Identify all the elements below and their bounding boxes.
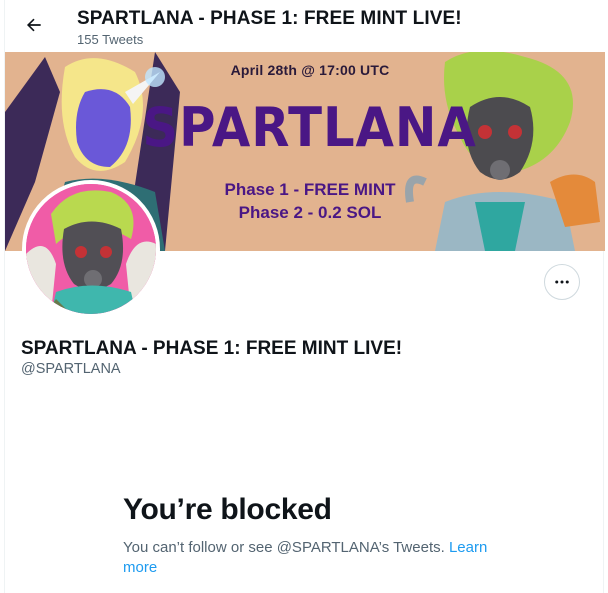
- avatar[interactable]: [22, 180, 160, 318]
- profile-handle: @SPARTLANA: [21, 361, 121, 377]
- banner-brand: SPARTLANA: [142, 96, 477, 159]
- page-title: SPARTLANA - PHASE 1: FREE MINT LIVE!: [77, 8, 462, 29]
- blocked-title: You’re blocked: [123, 493, 332, 526]
- blocked-notice: You’re blocked You can’t follow or see @…: [123, 492, 503, 578]
- top-bar: SPARTLANA - PHASE 1: FREE MINT LIVE! 155…: [5, 0, 605, 52]
- blocked-message-container: You can’t follow or see @SPARTLANA’s Twe…: [123, 538, 503, 578]
- banner-date: April 28th @ 17:00 UTC: [230, 62, 390, 78]
- more-horizontal-icon: [555, 280, 569, 284]
- blocked-message: You can’t follow or see @SPARTLANA’s Twe…: [123, 539, 445, 556]
- avatar-artwork: [26, 184, 156, 314]
- more-button[interactable]: [544, 264, 580, 300]
- profile-display-name: SPARTLANA - PHASE 1: FREE MINT LIVE!: [21, 338, 403, 359]
- profile-page: SPARTLANA - PHASE 1: FREE MINT LIVE! 155…: [4, 0, 605, 593]
- tweet-count: 155 Tweets: [77, 32, 144, 47]
- arrow-left-icon: [26, 18, 41, 32]
- back-button[interactable]: [17, 8, 51, 42]
